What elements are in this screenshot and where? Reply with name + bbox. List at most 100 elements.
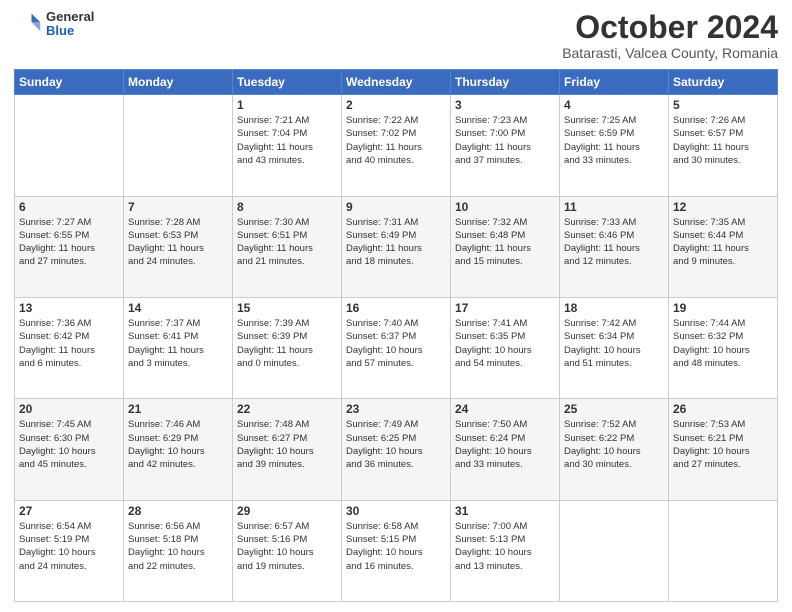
day-info: Sunrise: 7:26 AM Sunset: 6:57 PM Dayligh… [673,114,773,167]
day-number: 9 [346,200,446,214]
calendar-cell: 30Sunrise: 6:58 AM Sunset: 5:15 PM Dayli… [342,500,451,601]
calendar-week-row: 6 Sunrise: 7:27 AM Sunset: 6:55 PM Daylig… [15,196,778,297]
day-info: Sunrise: 7:27 AM Sunset: 6:55 PM Dayligh… [19,216,119,269]
day-info: Sunrise: 7:00 AM Sunset: 5:13 PM Dayligh… [455,520,555,573]
weekday-header: Sunday [15,70,124,95]
day-number: 19 [673,301,773,315]
day-number: 13 [19,301,119,315]
day-number: 26 [673,402,773,416]
calendar-week-row: 1 Sunrise: 7:21 AM Sunset: 7:04 PM Daylig… [15,95,778,196]
day-info: Sunrise: 7:39 AM Sunset: 6:39 PM Dayligh… [237,317,337,370]
day-number: 14 [128,301,228,315]
day-info: Sunrise: 6:57 AM Sunset: 5:16 PM Dayligh… [237,520,337,573]
day-info: Sunrise: 7:41 AM Sunset: 6:35 PM Dayligh… [455,317,555,370]
day-number: 27 [19,504,119,518]
day-info: Sunrise: 7:23 AM Sunset: 7:00 PM Dayligh… [455,114,555,167]
calendar-cell [669,500,778,601]
calendar-cell [560,500,669,601]
day-number: 21 [128,402,228,416]
day-info: Sunrise: 7:45 AM Sunset: 6:30 PM Dayligh… [19,418,119,471]
day-info: Sunrise: 6:54 AM Sunset: 5:19 PM Dayligh… [19,520,119,573]
weekday-header: Monday [124,70,233,95]
calendar-cell: 4 Sunrise: 7:25 AM Sunset: 6:59 PM Daylig… [560,95,669,196]
logo-general-text: General [46,10,94,24]
page: General Blue October 2024 Batarasti, Val… [0,0,792,612]
calendar-cell: 24 Sunrise: 7:50 AM Sunset: 6:24 PM Dayli… [451,399,560,500]
weekday-header: Tuesday [233,70,342,95]
calendar-cell: 3 Sunrise: 7:23 AM Sunset: 7:00 PM Daylig… [451,95,560,196]
weekday-header: Wednesday [342,70,451,95]
calendar-cell: 20Sunrise: 7:45 AM Sunset: 6:30 PM Dayli… [15,399,124,500]
calendar-cell: 5 Sunrise: 7:26 AM Sunset: 6:57 PM Daylig… [669,95,778,196]
day-info: Sunrise: 7:36 AM Sunset: 6:42 PM Dayligh… [19,317,119,370]
day-number: 15 [237,301,337,315]
day-number: 12 [673,200,773,214]
calendar-cell: 8 Sunrise: 7:30 AM Sunset: 6:51 PM Daylig… [233,196,342,297]
weekday-header: Saturday [669,70,778,95]
day-info: Sunrise: 7:21 AM Sunset: 7:04 PM Dayligh… [237,114,337,167]
day-number: 5 [673,98,773,112]
day-number: 7 [128,200,228,214]
calendar-cell: 19 Sunrise: 7:44 AM Sunset: 6:32 PM Dayli… [669,297,778,398]
day-number: 18 [564,301,664,315]
day-info: Sunrise: 7:52 AM Sunset: 6:22 PM Dayligh… [564,418,664,471]
day-number: 10 [455,200,555,214]
day-number: 11 [564,200,664,214]
day-number: 29 [237,504,337,518]
calendar-cell: 22Sunrise: 7:48 AM Sunset: 6:27 PM Dayli… [233,399,342,500]
calendar-cell: 1 Sunrise: 7:21 AM Sunset: 7:04 PM Daylig… [233,95,342,196]
calendar-cell: 14 Sunrise: 7:37 AM Sunset: 6:41 PM Dayli… [124,297,233,398]
day-info: Sunrise: 7:33 AM Sunset: 6:46 PM Dayligh… [564,216,664,269]
day-number: 1 [237,98,337,112]
day-number: 6 [19,200,119,214]
calendar-cell: 15 Sunrise: 7:39 AM Sunset: 6:39 PM Dayli… [233,297,342,398]
calendar-cell: 6 Sunrise: 7:27 AM Sunset: 6:55 PM Daylig… [15,196,124,297]
day-info: Sunrise: 7:37 AM Sunset: 6:41 PM Dayligh… [128,317,228,370]
logo: General Blue [14,10,94,39]
calendar-cell: 25 Sunrise: 7:52 AM Sunset: 6:22 PM Dayli… [560,399,669,500]
calendar-week-row: 20Sunrise: 7:45 AM Sunset: 6:30 PM Dayli… [15,399,778,500]
day-info: Sunrise: 7:35 AM Sunset: 6:44 PM Dayligh… [673,216,773,269]
calendar-cell: 2Sunrise: 7:22 AM Sunset: 7:02 PM Daylig… [342,95,451,196]
calendar-cell: 16Sunrise: 7:40 AM Sunset: 6:37 PM Dayli… [342,297,451,398]
day-number: 2 [346,98,446,112]
calendar-cell: 28Sunrise: 6:56 AM Sunset: 5:18 PM Dayli… [124,500,233,601]
day-number: 3 [455,98,555,112]
day-info: Sunrise: 7:25 AM Sunset: 6:59 PM Dayligh… [564,114,664,167]
logo-icon [14,10,42,38]
calendar-cell: 23Sunrise: 7:49 AM Sunset: 6:25 PM Dayli… [342,399,451,500]
day-info: Sunrise: 7:28 AM Sunset: 6:53 PM Dayligh… [128,216,228,269]
calendar-cell: 11 Sunrise: 7:33 AM Sunset: 6:46 PM Dayli… [560,196,669,297]
day-info: Sunrise: 7:44 AM Sunset: 6:32 PM Dayligh… [673,317,773,370]
day-info: Sunrise: 7:30 AM Sunset: 6:51 PM Dayligh… [237,216,337,269]
day-number: 31 [455,504,555,518]
day-info: Sunrise: 7:42 AM Sunset: 6:34 PM Dayligh… [564,317,664,370]
day-info: Sunrise: 6:58 AM Sunset: 5:15 PM Dayligh… [346,520,446,573]
day-number: 25 [564,402,664,416]
day-info: Sunrise: 7:50 AM Sunset: 6:24 PM Dayligh… [455,418,555,471]
day-number: 24 [455,402,555,416]
logo-blue-text: Blue [46,24,94,38]
day-info: Sunrise: 7:32 AM Sunset: 6:48 PM Dayligh… [455,216,555,269]
day-info: Sunrise: 7:46 AM Sunset: 6:29 PM Dayligh… [128,418,228,471]
logo-text: General Blue [46,10,94,39]
calendar-cell: 27 Sunrise: 6:54 AM Sunset: 5:19 PM Dayli… [15,500,124,601]
day-info: Sunrise: 7:48 AM Sunset: 6:27 PM Dayligh… [237,418,337,471]
calendar-table: SundayMondayTuesdayWednesdayThursdayFrid… [14,69,778,602]
day-number: 8 [237,200,337,214]
day-number: 4 [564,98,664,112]
calendar-cell [15,95,124,196]
calendar-cell: 10 Sunrise: 7:32 AM Sunset: 6:48 PM Dayli… [451,196,560,297]
calendar-cell: 9 Sunrise: 7:31 AM Sunset: 6:49 PM Daylig… [342,196,451,297]
day-number: 23 [346,402,446,416]
title-block: October 2024 Batarasti, Valcea County, R… [562,10,778,61]
day-info: Sunrise: 7:31 AM Sunset: 6:49 PM Dayligh… [346,216,446,269]
calendar-cell: 31 Sunrise: 7:00 AM Sunset: 5:13 PM Dayli… [451,500,560,601]
weekday-header: Thursday [451,70,560,95]
calendar-cell: 13 Sunrise: 7:36 AM Sunset: 6:42 PM Dayli… [15,297,124,398]
day-number: 17 [455,301,555,315]
calendar-week-row: 13 Sunrise: 7:36 AM Sunset: 6:42 PM Dayli… [15,297,778,398]
day-number: 28 [128,504,228,518]
calendar-cell: 18 Sunrise: 7:42 AM Sunset: 6:34 PM Dayli… [560,297,669,398]
location: Batarasti, Valcea County, Romania [562,45,778,61]
